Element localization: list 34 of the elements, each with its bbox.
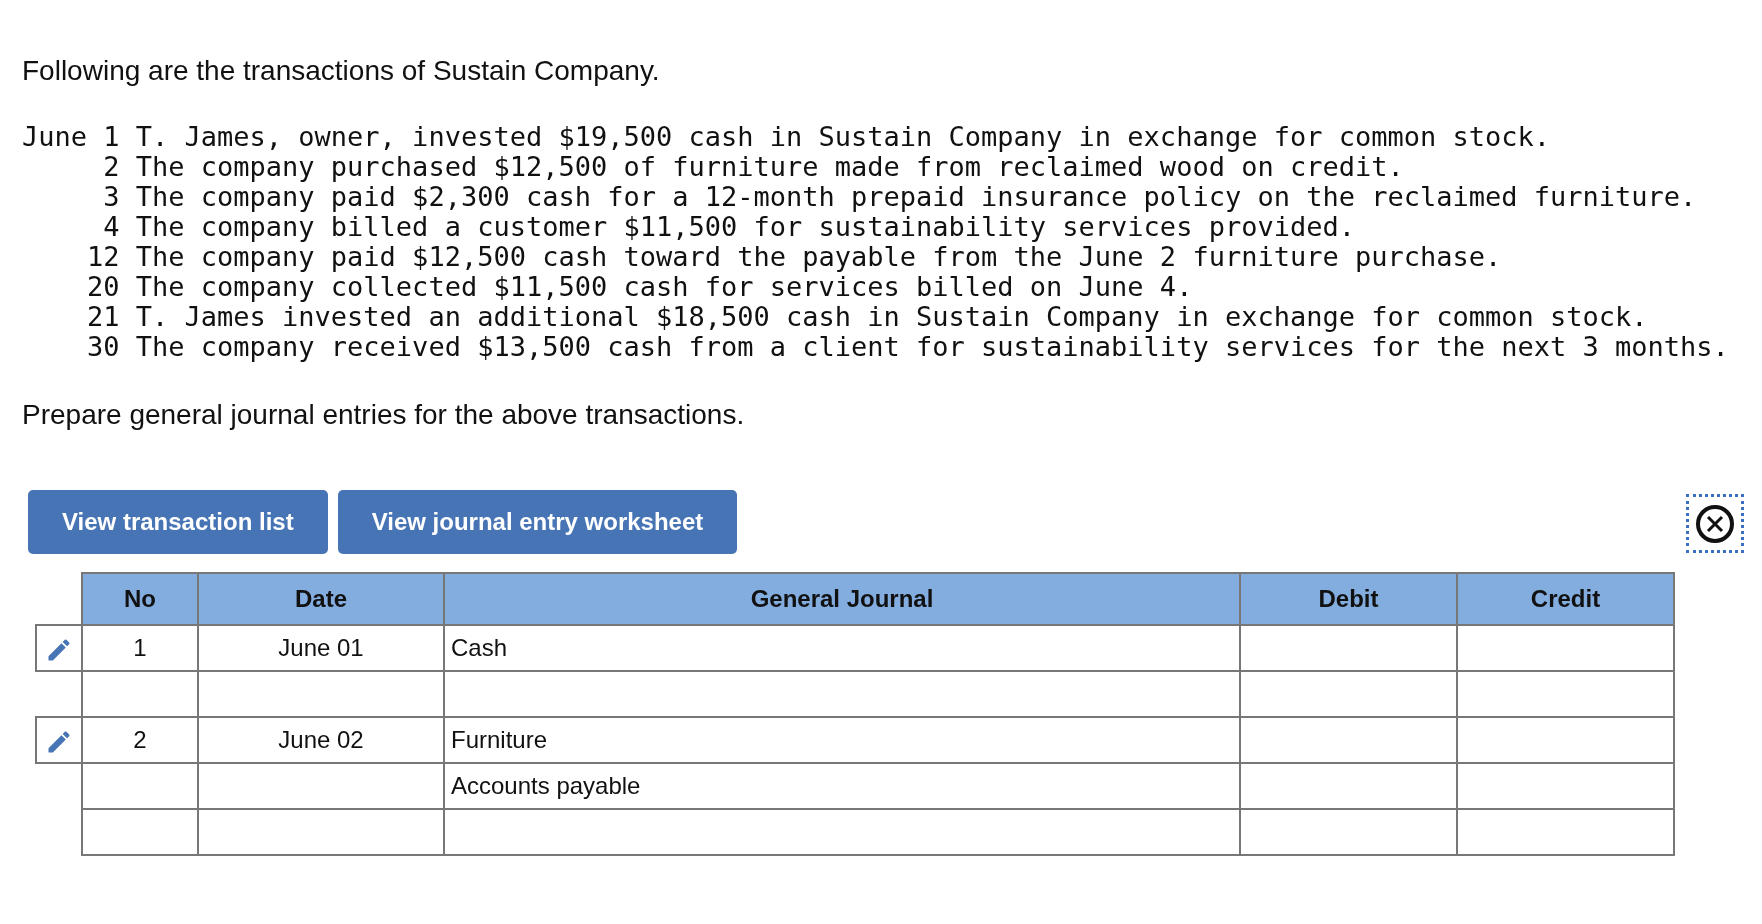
transaction-text: The company paid $12,500 cash toward the payable from the June 2 furniture purchase. — [135, 241, 1502, 272]
transaction-text: T. James invested an additional $18,500 cash in Sustain Company in exchange for common stock. — [135, 301, 1648, 332]
transaction-date: 21 — [86, 302, 120, 332]
transaction-date: 30 — [86, 332, 120, 362]
transaction-date: 4 — [102, 212, 120, 242]
transaction-date: 3 — [102, 182, 120, 212]
column-header: No — [82, 573, 198, 625]
close-icon — [1695, 503, 1735, 544]
column-header: Debit — [1240, 573, 1457, 625]
table-cell: Accounts payable — [444, 763, 1240, 809]
transaction-text: The company received $13,500 cash from a client for sustainability services for the next 3 months. — [135, 331, 1729, 362]
column-header: General Journal — [444, 573, 1240, 625]
close-button[interactable] — [1686, 494, 1744, 553]
transaction-text: The company purchased $12,500 of furniture made from reclaimed wood on credit. — [135, 151, 1404, 182]
transaction-text: The company paid $2,300 cash for a 12-month prepaid insurance policy on the reclaimed furniture. — [135, 181, 1697, 212]
transaction-date: June 1 — [22, 122, 120, 152]
table-cell: Cash — [444, 625, 1240, 671]
column-header: Credit — [1457, 573, 1674, 625]
table-cell: June 02 — [198, 717, 444, 763]
transaction-date: 2 — [102, 152, 120, 182]
transaction-date: 20 — [86, 272, 120, 302]
table-cell: Furniture — [444, 717, 1240, 763]
transaction-text: The company billed a customer $11,500 for sustainability services provided. — [135, 211, 1355, 242]
table-cell: 2 — [82, 717, 198, 763]
view-button[interactable]: View journal entry worksheet — [337, 490, 738, 554]
table-cell: June 01 — [198, 625, 444, 671]
transaction-text: The company collected $11,500 cash for services billed on June 4. — [135, 271, 1193, 302]
table-cell: 1 — [82, 625, 198, 671]
column-header: Date — [198, 573, 444, 625]
transaction-text: T. James, owner, invested $19,500 cash in Sustain Company in exchange for common stock. — [135, 121, 1550, 152]
view-button[interactable]: View transaction list — [28, 490, 328, 554]
transaction-date: 12 — [86, 242, 120, 272]
instruction-text: Prepare general journal entries for the above transactions. — [22, 398, 746, 432]
intro-text: Following are the transactions of Sustain Company. — [22, 54, 661, 88]
